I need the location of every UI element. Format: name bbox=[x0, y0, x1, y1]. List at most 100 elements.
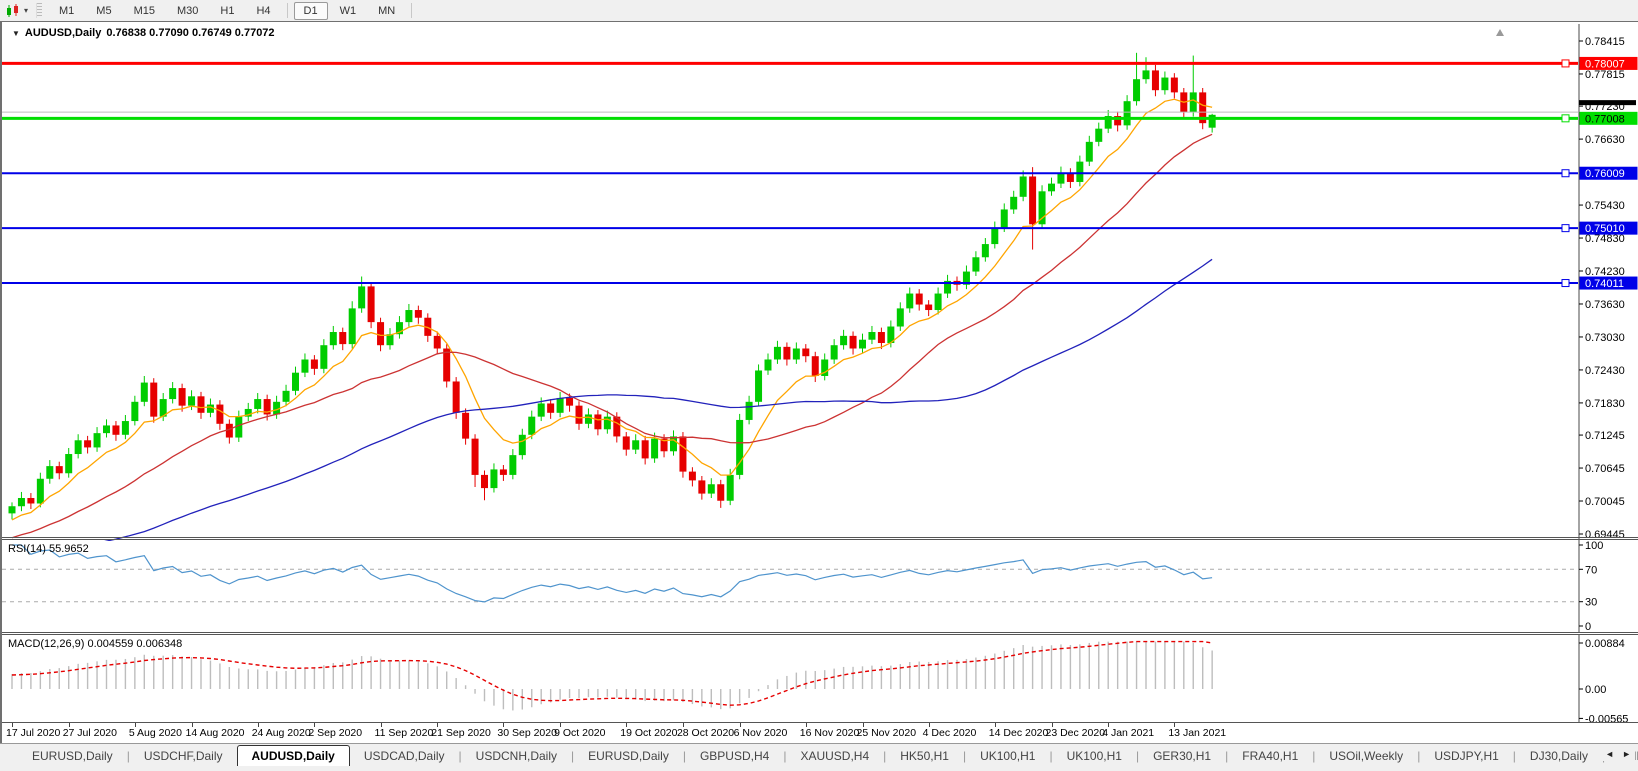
candle-body bbox=[651, 438, 659, 459]
panel-separator[interactable] bbox=[2, 537, 1638, 538]
chart-tab-fra40-h1[interactable]: FRA40,H1 bbox=[1228, 746, 1312, 766]
candle-body bbox=[55, 466, 63, 474]
date-tick-label: 5 Aug 2020 bbox=[128, 727, 182, 739]
date-tick-label: 17 Jul 2020 bbox=[6, 727, 61, 739]
date-tick-label: 25 Nov 2020 bbox=[856, 727, 917, 739]
chart-tab-uk100-h1[interactable]: UK100,H1 bbox=[1053, 746, 1136, 766]
date-tick-label: 30 Sep 2020 bbox=[497, 727, 557, 739]
candle-body bbox=[188, 396, 196, 406]
chart-title-dropdown-icon[interactable]: ▼ bbox=[12, 29, 20, 38]
date-axis[interactable]: 17 Jul 2020 27 Jul 2020 5 Aug 2020 14 Aug 2… bbox=[2, 723, 1638, 742]
candle-body bbox=[462, 412, 470, 439]
candle-body bbox=[1019, 176, 1027, 197]
candle-body bbox=[566, 397, 574, 406]
candle-body bbox=[254, 399, 262, 409]
candle-body bbox=[518, 434, 526, 456]
candle-body bbox=[65, 454, 73, 474]
line-anchor[interactable] bbox=[1561, 114, 1570, 123]
chart-tab-eurusd-daily[interactable]: EURUSD,Daily bbox=[574, 746, 683, 766]
candle-body bbox=[481, 474, 488, 489]
candle-body bbox=[792, 348, 800, 360]
timeframe-button-mn[interactable]: MN bbox=[368, 2, 405, 20]
line-anchor[interactable] bbox=[1561, 169, 1570, 178]
tab-scroll-right-icon[interactable]: ► bbox=[1622, 749, 1631, 759]
timeframe-button-m5[interactable]: M5 bbox=[86, 2, 121, 20]
chart-tab-eurusd-daily[interactable]: EURUSD,Daily bbox=[18, 746, 127, 766]
line-anchor[interactable] bbox=[1561, 224, 1570, 233]
line-anchor[interactable] bbox=[1561, 59, 1570, 68]
date-tick-label: 11 Sep 2020 bbox=[374, 727, 434, 739]
candle-body bbox=[755, 370, 763, 402]
main-chart-canvas[interactable]: 0.784150.778150.772300.766300.754300.748… bbox=[2, 24, 1638, 541]
chart-tab-usoil-weekly[interactable]: USOil,Weekly bbox=[1315, 746, 1417, 766]
chart-tab-usdchf-daily[interactable]: USDCHF,Daily bbox=[130, 746, 237, 766]
candle-body bbox=[934, 293, 942, 311]
chart-title: ▼ AUDUSD,Daily 0.76838 0.77090 0.76749 0… bbox=[12, 27, 275, 39]
chart-tab-gbpusd-h4[interactable]: GBPUSD,H4 bbox=[686, 746, 783, 766]
candle-body bbox=[452, 381, 460, 413]
timeframe-button-m15[interactable]: M15 bbox=[124, 2, 165, 20]
chart-tab-dj30-daily[interactable]: DJ30,Daily bbox=[1516, 746, 1602, 766]
line-anchor[interactable] bbox=[1561, 279, 1570, 288]
candle-body bbox=[329, 332, 337, 346]
chart-tab-xauusd-h4[interactable]: XAUUSD,H4 bbox=[786, 746, 883, 766]
chart-tab-usdcad-daily[interactable]: USDCAD,Daily bbox=[350, 746, 459, 766]
candle-body bbox=[339, 332, 347, 345]
chart-type-dropdown-icon[interactable]: ▾ bbox=[24, 6, 28, 15]
candle-body bbox=[443, 348, 451, 382]
date-tick-label: 16 Nov 2020 bbox=[799, 727, 860, 739]
moving-average-line bbox=[11, 98, 1213, 521]
candle-body bbox=[178, 388, 186, 406]
rsi-line bbox=[12, 544, 1213, 603]
timeframe-button-m1[interactable]: M1 bbox=[49, 2, 84, 20]
chart-type-icon[interactable] bbox=[3, 3, 23, 19]
chart-tab-usdcnh-daily[interactable]: USDCNH,Daily bbox=[462, 746, 571, 766]
panel-separator bbox=[2, 539, 1638, 540]
chart-tab-hk50-h1[interactable]: HK50,H1 bbox=[886, 746, 963, 766]
candle-body bbox=[707, 484, 715, 494]
candle-body bbox=[433, 335, 441, 349]
chart-symbol-label: AUDUSD,Daily bbox=[24, 27, 102, 39]
candle-body bbox=[896, 308, 904, 327]
rsi-canvas[interactable]: 10070300 bbox=[2, 541, 1638, 633]
chart-shift-marker[interactable] bbox=[1496, 29, 1504, 36]
candle-body bbox=[17, 497, 25, 507]
timeframe-button-h1[interactable]: H1 bbox=[210, 2, 244, 20]
chart-tab-usdjpy-h1[interactable]: USDJPY,H1 bbox=[1420, 746, 1512, 766]
candle-body bbox=[310, 359, 318, 369]
candle-body bbox=[140, 382, 148, 402]
candle-body bbox=[1161, 77, 1169, 91]
candle-body bbox=[386, 334, 394, 346]
bottom-strip bbox=[0, 766, 1638, 771]
candle-body bbox=[528, 416, 536, 435]
candle-body bbox=[84, 440, 92, 448]
tab-scroll-left-icon[interactable]: ◄ bbox=[1605, 749, 1614, 759]
timeframe-button-d1[interactable]: D1 bbox=[293, 1, 328, 20]
rsi-label: RSI(14) 55.9652 bbox=[8, 543, 89, 555]
price-axis[interactable] bbox=[1579, 22, 1638, 723]
timeframe-button-m30[interactable]: M30 bbox=[167, 2, 208, 20]
candle-body bbox=[169, 388, 177, 400]
candle-body bbox=[1123, 101, 1131, 126]
chart-tab-audusd-daily[interactable]: AUDUSD,Daily bbox=[236, 745, 350, 766]
date-tick-label: 19 Oct 2020 bbox=[620, 727, 678, 739]
chart-tab-ger30-h1[interactable]: GER30,H1 bbox=[1139, 746, 1225, 766]
candle-body bbox=[698, 480, 706, 494]
candle-body bbox=[216, 404, 224, 424]
candle-body bbox=[670, 436, 677, 452]
chart-tab-uk100-h1[interactable]: UK100,H1 bbox=[966, 746, 1049, 766]
timeframe-button-h4[interactable]: H4 bbox=[246, 2, 280, 20]
candle-body bbox=[688, 471, 696, 481]
date-tick-label: 21 Sep 2020 bbox=[431, 727, 491, 739]
candle-body bbox=[764, 359, 772, 371]
timeframe-button-w1[interactable]: W1 bbox=[330, 2, 367, 20]
candle-body bbox=[972, 257, 980, 272]
candle-body bbox=[1208, 114, 1216, 128]
candle-body bbox=[915, 293, 923, 305]
toolbar-grip[interactable] bbox=[36, 3, 43, 18]
date-tick-label: 14 Dec 2020 bbox=[988, 727, 1049, 739]
candle-body bbox=[981, 244, 989, 258]
panel-separator[interactable] bbox=[2, 632, 1638, 633]
candle-body bbox=[1151, 70, 1159, 91]
macd-canvas[interactable]: 0.008840.00-0.00565 bbox=[2, 635, 1638, 723]
